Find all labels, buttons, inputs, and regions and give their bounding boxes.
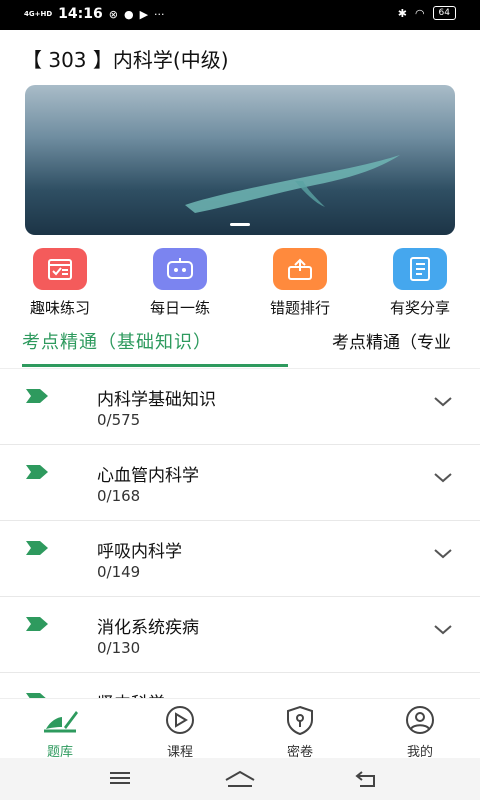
network-indicator: 4G+HD <box>24 9 53 18</box>
message-icon: ● <box>123 7 134 21</box>
chevron-down-icon[interactable] <box>434 549 452 559</box>
tab-professional[interactable]: 考点精通（专业 <box>332 328 451 353</box>
status-bar: 4G+HD 14:16 ⊗ ● ▶ ··· ✱ ◠ 64 <box>0 0 480 30</box>
chapter-list: 内科学基础知识 0/575 心血管内科学 0/168 呼吸内科学 0/149 消… <box>0 368 480 699</box>
user-icon <box>406 706 434 734</box>
robot-icon <box>153 248 207 290</box>
list-item[interactable]: 呼吸内科学 0/149 <box>0 521 480 597</box>
active-tab-indicator <box>22 364 288 367</box>
quick-action-daily-practice[interactable]: 每日一练 <box>130 248 230 318</box>
quick-action-label: 每日一练 <box>149 299 210 317</box>
list-item[interactable]: 内科学基础知识 0/575 <box>0 369 480 445</box>
list-item[interactable]: 消化系统疾病 0/130 <box>0 597 480 673</box>
tab-basic-knowledge[interactable]: 考点精通（基础知识） <box>22 328 212 354</box>
carousel-indicator <box>230 223 250 226</box>
list-item[interactable]: 心血管内科学 0/168 <box>0 445 480 521</box>
chevron-down-icon[interactable] <box>434 625 452 635</box>
wifi-icon: ◠ <box>414 6 425 20</box>
bookmark-flag-icon <box>26 389 48 403</box>
nav-secret-papers[interactable]: 密卷 <box>260 705 340 760</box>
upload-box-icon <box>273 248 327 290</box>
list-item[interactable]: 肾内科学 <box>0 673 480 699</box>
bookmark-flag-icon <box>26 541 48 555</box>
home-icon[interactable] <box>224 770 256 788</box>
back-icon[interactable] <box>354 770 378 788</box>
bookmark-flag-icon <box>26 465 48 479</box>
chevron-down-icon[interactable] <box>434 397 452 407</box>
more-dots-icon: ··· <box>154 7 165 21</box>
bookmark-flag-icon <box>26 617 48 631</box>
question-bank-icon <box>44 711 78 733</box>
menu-icon[interactable] <box>108 770 132 786</box>
play-icon <box>166 706 194 734</box>
video-icon: ▶ <box>139 7 149 21</box>
quick-actions: 趣味练习 每日一练 错题排行 有奖分享 <box>0 248 480 318</box>
bluetooth-icon: ✱ <box>397 6 407 20</box>
banner-carousel[interactable] <box>25 85 455 235</box>
battery-indicator: 64 <box>432 6 456 20</box>
quick-action-label: 有奖分享 <box>389 299 450 317</box>
page-title: 【 303 】内科学(中级) <box>22 48 229 72</box>
chapter-progress: 0/149 <box>97 563 141 581</box>
quick-action-label: 趣味练习 <box>29 299 90 317</box>
category-tabs: 考点精通（基础知识） 考点精通（专业 <box>0 322 480 368</box>
nav-question-bank[interactable]: 题库 <box>20 705 100 760</box>
notification-icon: ⊗ <box>108 7 118 21</box>
bottom-nav: 题库 课程 密卷 我的 <box>0 698 480 760</box>
chapter-name: 内科学基础知识 <box>97 390 216 410</box>
quick-action-fun-practice[interactable]: 趣味练习 <box>10 248 110 318</box>
notebook-icon <box>393 248 447 290</box>
chevron-down-icon[interactable] <box>434 473 452 483</box>
chapter-name: 呼吸内科学 <box>97 542 182 562</box>
chapter-name: 消化系统疾病 <box>97 618 199 638</box>
calendar-check-icon <box>33 248 87 290</box>
quick-action-share-reward[interactable]: 有奖分享 <box>370 248 470 318</box>
nav-profile[interactable]: 我的 <box>380 705 460 760</box>
chapter-progress: 0/575 <box>97 411 141 429</box>
quick-action-wrong-ranking[interactable]: 错题排行 <box>250 248 350 318</box>
lock-shield-icon <box>287 705 313 736</box>
chapter-name: 心血管内科学 <box>97 466 199 486</box>
chapter-progress: 0/130 <box>97 639 141 657</box>
system-nav-bar <box>0 758 480 800</box>
chapter-progress: 0/168 <box>97 487 141 505</box>
whale-image <box>185 155 400 213</box>
status-time: 14:16 <box>58 6 103 22</box>
quick-action-label: 错题排行 <box>269 299 330 317</box>
nav-courses[interactable]: 课程 <box>140 705 220 760</box>
